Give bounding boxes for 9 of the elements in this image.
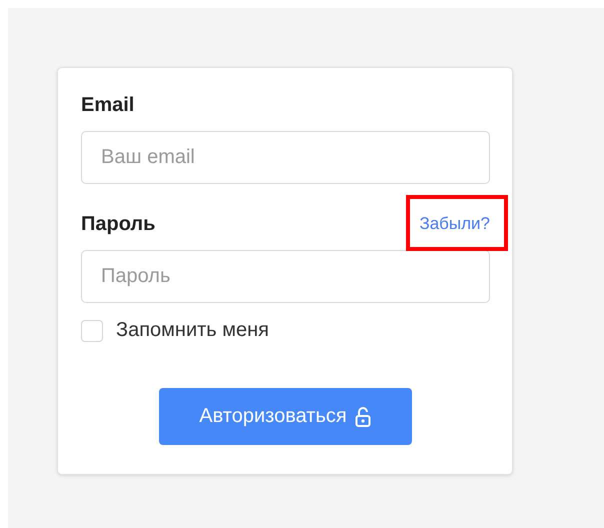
email-field[interactable]: Ваш email — [81, 131, 490, 184]
password-field[interactable]: Пароль — [81, 250, 490, 303]
remember-label: Запомнить меня — [116, 319, 270, 342]
password-label: Пароль — [81, 212, 156, 236]
email-label: Email — [81, 93, 136, 117]
remember-checkbox[interactable] — [81, 320, 103, 342]
login-button[interactable]: Авторизоваться — [158, 388, 412, 445]
padlock-icon — [354, 406, 371, 426]
forgot-password-link[interactable]: Забыли? — [419, 214, 490, 233]
